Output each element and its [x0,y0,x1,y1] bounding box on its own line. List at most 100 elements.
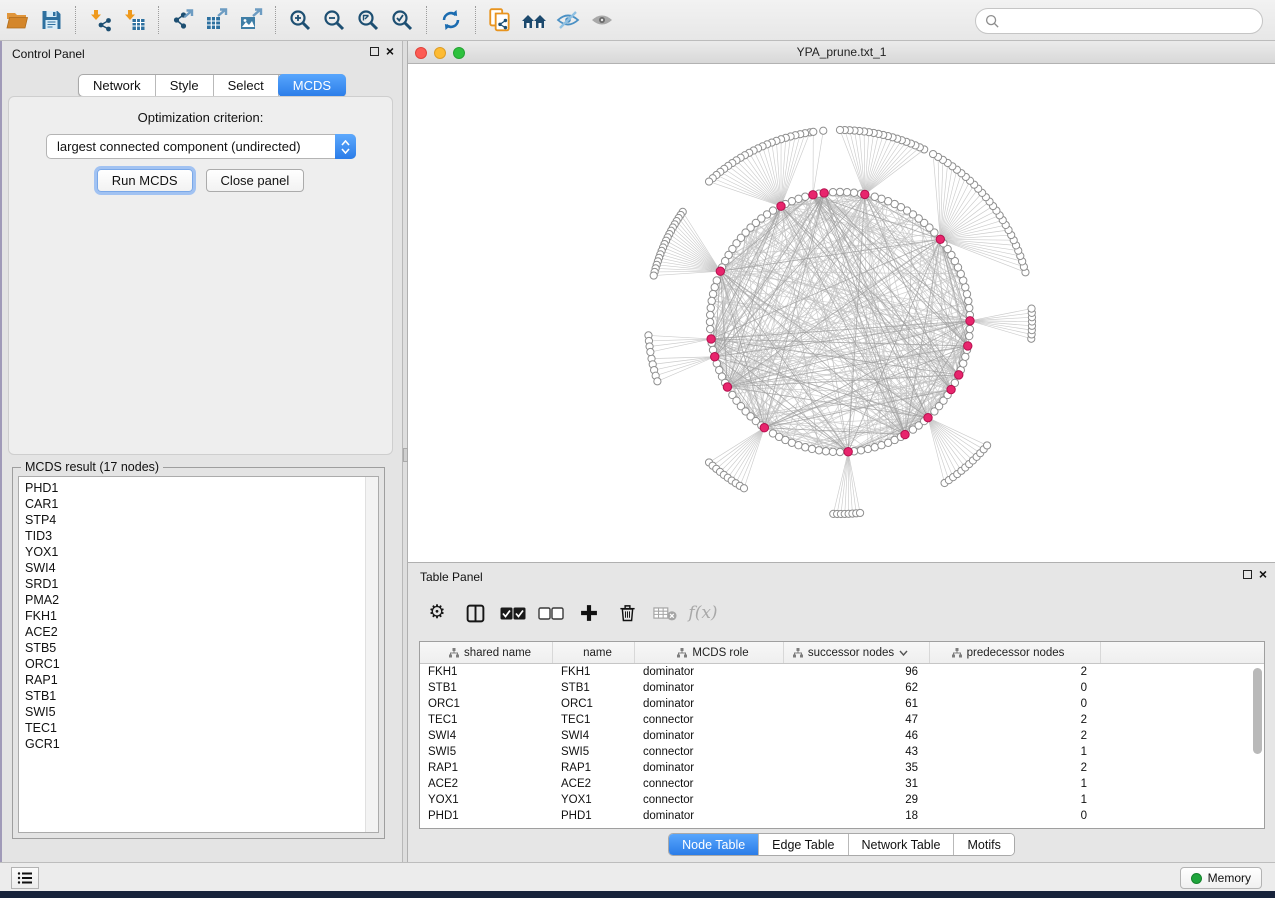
memory-button[interactable]: Memory [1180,867,1262,889]
column-type-icon [952,648,962,658]
search-input[interactable] [1006,14,1246,28]
deselect-all-checkboxes-icon[interactable] [532,595,570,631]
tab-network[interactable]: Network [79,75,156,96]
export-network-icon[interactable] [166,5,200,35]
close-table-panel-icon[interactable]: × [1259,570,1267,579]
run-mcds-button[interactable]: Run MCDS [97,169,193,192]
mcds-result-item[interactable]: PMA2 [19,592,378,608]
tab-motifs[interactable]: Motifs [954,834,1013,855]
table-cell: 0 [930,810,1101,822]
tab-edge-table[interactable]: Edge Table [759,834,848,855]
table-panel-title: Table Panel [420,570,483,584]
table-row[interactable]: SWI5SWI5connector431 [420,744,1252,760]
export-image-icon[interactable] [234,5,268,35]
float-table-panel-icon[interactable] [1243,570,1252,579]
mcds-result-item[interactable]: STP4 [19,512,378,528]
mcds-result-item[interactable]: TID3 [19,528,378,544]
column-header-mcds-role[interactable]: MCDS role [635,642,784,663]
delete-table-icon[interactable] [646,595,684,631]
hide-selected-icon[interactable] [551,5,585,35]
mcds-result-item[interactable]: STB5 [19,640,378,656]
table-cell: FKH1 [420,666,553,678]
control-panel-tabs: Network Style Select MCDS [78,74,346,97]
zoom-selected-icon[interactable] [385,5,419,35]
add-column-icon[interactable] [570,595,608,631]
table-cell: SWI4 [420,730,553,742]
search-box[interactable] [975,8,1263,34]
save-session-icon[interactable] [34,5,68,35]
mcds-result-item[interactable]: CAR1 [19,496,378,512]
select-all-checkboxes-icon[interactable] [494,595,532,631]
show-all-icon[interactable] [585,5,619,35]
mcds-result-item[interactable]: YOX1 [19,544,378,560]
tab-mcds[interactable]: MCDS [278,74,346,97]
column-header-shared-name[interactable]: shared name [420,642,553,663]
import-network-icon[interactable] [83,5,117,35]
tab-select[interactable]: Select [214,75,279,96]
table-cell: connector [635,714,784,726]
open-file-icon[interactable] [0,5,34,35]
table-row[interactable]: RAP1RAP1dominator352 [420,760,1252,776]
application-window: Control Panel × Network Style Select MCD… [0,0,1275,891]
settings-gear-icon[interactable]: ⚙ [418,595,456,631]
mcds-result-item[interactable]: STB1 [19,688,378,704]
table-cell: 62 [784,682,930,694]
table-tabs: Node Table Edge Table Network Table Moti… [668,833,1015,856]
mcds-result-item[interactable]: FKH1 [19,608,378,624]
mcds-result-item[interactable]: SRD1 [19,576,378,592]
close-panel-button[interactable]: Close panel [206,169,305,192]
table-row[interactable]: PHD1PHD1dominator180 [420,808,1252,824]
mcds-result-list[interactable]: PHD1CAR1STP4TID3YOX1SWI4SRD1PMA2FKH1ACE2… [18,476,379,833]
import-table-icon[interactable] [117,5,151,35]
table-panel: Table Panel × ⚙ f(x) shared name name MC… [408,562,1275,862]
delete-column-icon[interactable] [608,595,646,631]
tab-node-table[interactable]: Node Table [669,834,759,855]
criterion-dropdown[interactable]: largest connected component (undirected) [46,134,356,159]
mcds-result-item[interactable]: SWI5 [19,704,378,720]
tab-style[interactable]: Style [156,75,214,96]
show-columns-icon[interactable] [456,595,494,631]
table-scrollbar[interactable] [1252,666,1263,828]
mcds-result-item[interactable]: GCR1 [19,736,378,752]
table-row[interactable]: SWI4SWI4dominator462 [420,728,1252,744]
table-cell: dominator [635,682,784,694]
table-row[interactable]: YOX1YOX1connector291 [420,792,1252,808]
zoom-fit-icon[interactable] [351,5,385,35]
table-cell: RAP1 [553,762,635,774]
mcds-result-item[interactable]: SWI4 [19,560,378,576]
table-scrollbar-thumb[interactable] [1253,668,1262,754]
mcds-result-item[interactable]: ACE2 [19,624,378,640]
table-cell: TEC1 [420,714,553,726]
network-canvas[interactable] [408,64,1275,562]
table-row[interactable]: STB1STB1dominator620 [420,680,1252,696]
export-table-icon[interactable] [200,5,234,35]
first-neighbors-icon[interactable] [517,5,551,35]
table-header-row: shared name name MCDS role successor nod… [420,642,1264,664]
table-row[interactable]: TEC1TEC1connector472 [420,712,1252,728]
table-row[interactable]: ACE2ACE2connector311 [420,776,1252,792]
duplicate-network-icon[interactable] [483,5,517,35]
table-cell: connector [635,794,784,806]
list-scrollbar[interactable] [365,477,378,832]
table-cell: 0 [930,682,1101,694]
mcds-result-item[interactable]: TEC1 [19,720,378,736]
tab-network-table[interactable]: Network Table [849,834,955,855]
table-cell: SWI4 [553,730,635,742]
mcds-result-item[interactable]: ORC1 [19,656,378,672]
table-row[interactable]: FKH1FKH1dominator962 [420,664,1252,680]
status-menu-button[interactable] [11,867,39,889]
float-panel-icon[interactable] [370,47,379,56]
refresh-layout-icon[interactable] [434,5,468,35]
table-row[interactable]: ORC1ORC1dominator610 [420,696,1252,712]
mcds-result-item[interactable]: RAP1 [19,672,378,688]
column-header-predecessor-nodes[interactable]: predecessor nodes [930,642,1101,663]
function-builder-icon[interactable]: f(x) [684,595,722,631]
column-header-successor-nodes[interactable]: successor nodes [784,642,930,663]
mcds-result-item[interactable]: PHD1 [19,480,378,496]
column-header-name[interactable]: name [553,642,635,663]
zoom-out-icon[interactable] [317,5,351,35]
zoom-in-icon[interactable] [283,5,317,35]
close-panel-icon[interactable]: × [386,47,394,56]
table-cell: dominator [635,762,784,774]
table-cell: 0 [930,698,1101,710]
